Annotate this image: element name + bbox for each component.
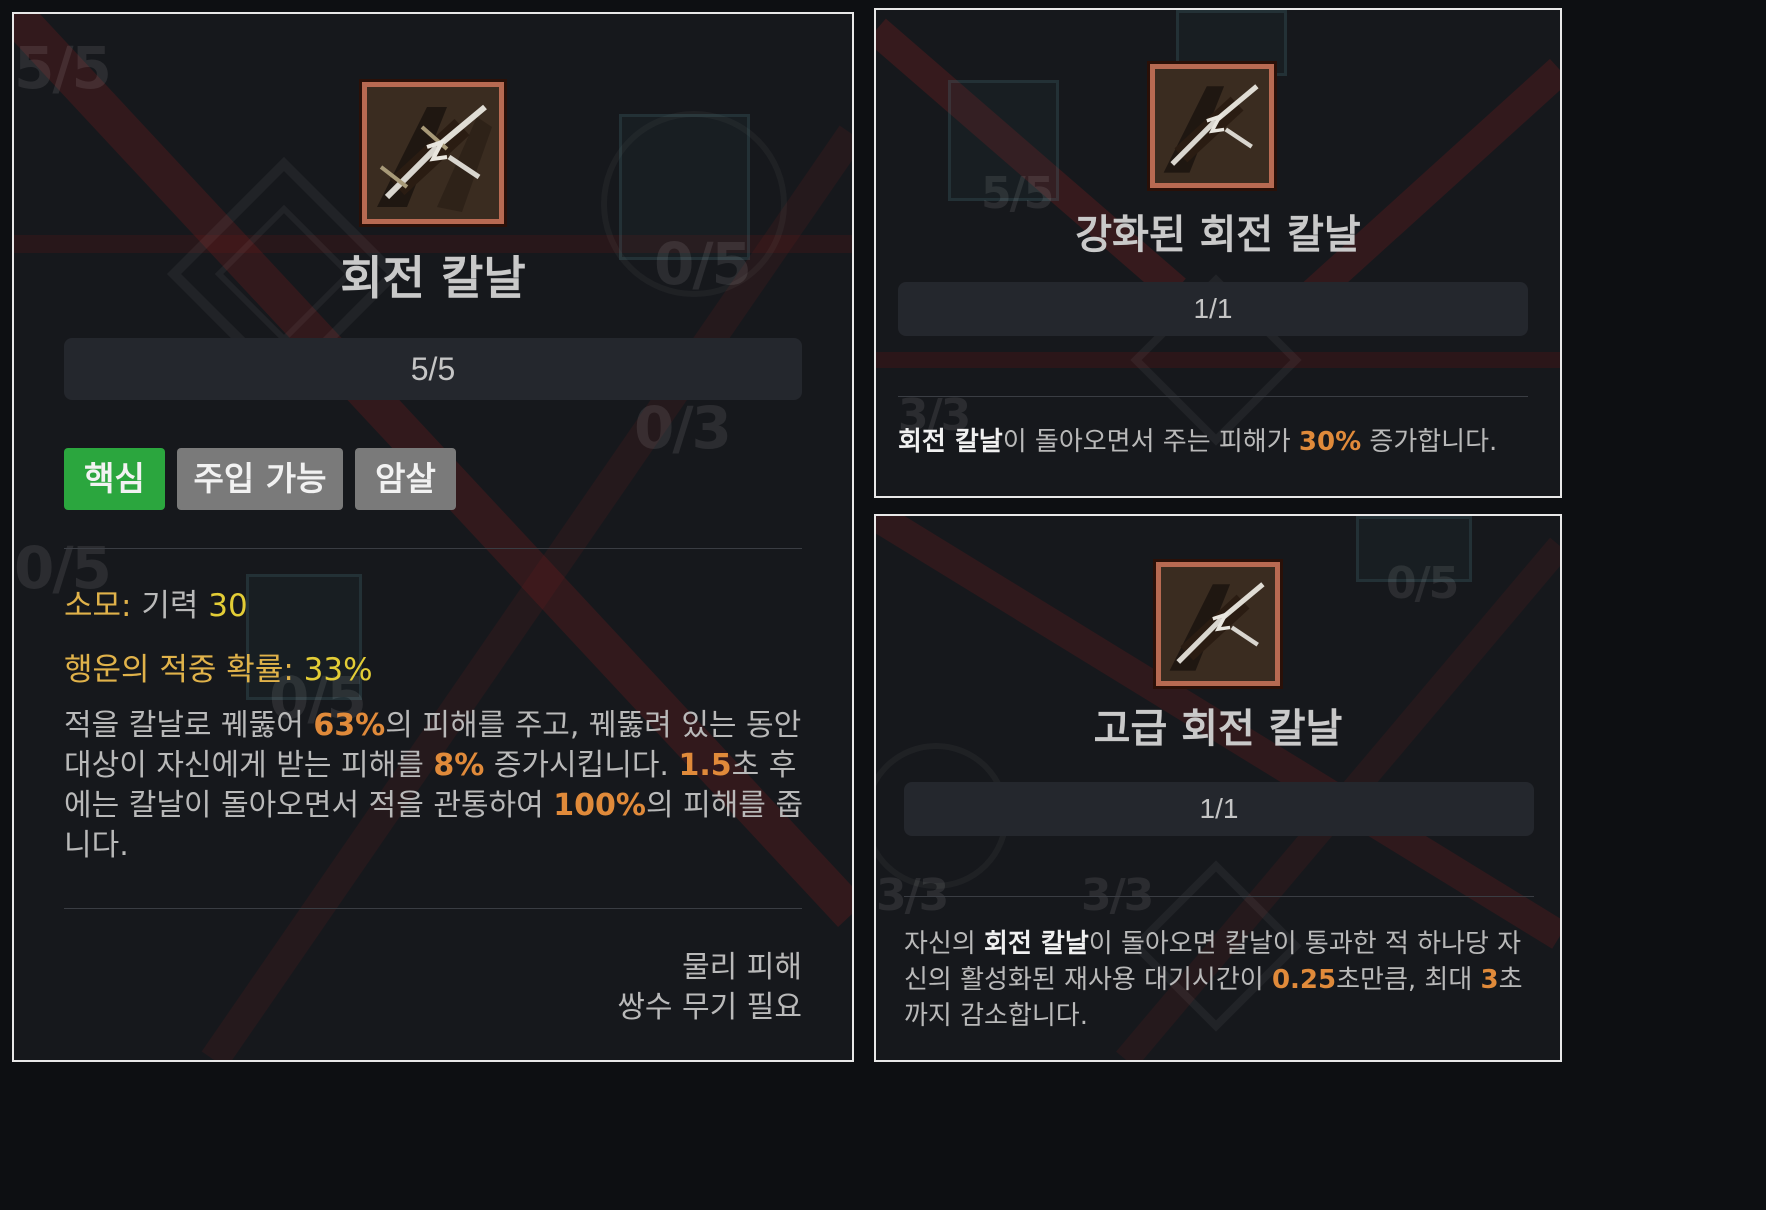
frame-main bbox=[12, 12, 854, 1062]
frame-enhanced bbox=[874, 8, 1562, 498]
frame-advanced bbox=[874, 514, 1562, 1062]
